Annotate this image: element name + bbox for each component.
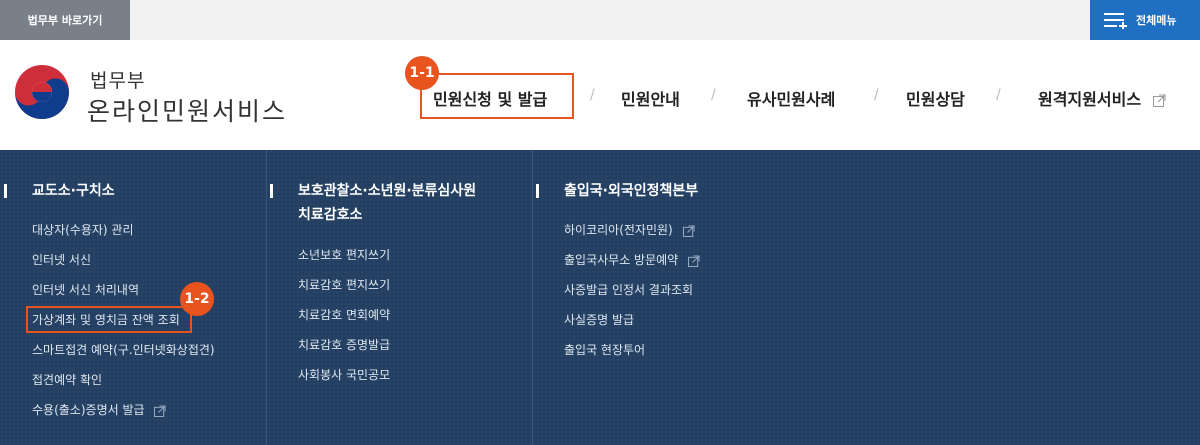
top-utility-bar: 법무부 바로가기 전체메뉴 — [0, 0, 1200, 40]
column-divider — [532, 150, 533, 445]
column-heading-prison: 교도소·구치소 — [4, 179, 115, 203]
org-name-small: 법무부 — [90, 70, 146, 92]
menu-item-treatment-certificate[interactable]: 치료감호 증명발급 — [298, 336, 390, 353]
gnb-item-consultation[interactable]: 민원상담 — [906, 86, 965, 110]
menu-item-inmate-management[interactable]: 대상자(수용자) 관리 — [32, 221, 134, 238]
column-heading-label: 출입국·외국인정책본부 — [564, 183, 699, 199]
heading-bar — [536, 184, 539, 198]
external-link-icon — [1152, 94, 1166, 107]
menu-item-office-visit-label: 출입국사무소 방문예약 — [564, 253, 679, 267]
site-title[interactable]: 온라인민원서비스 — [87, 92, 287, 128]
heading-bar — [4, 184, 7, 198]
column-heading-probation: 보호관찰소·소년원·분류심사원 치료감호소 — [270, 179, 477, 227]
menu-item-hikorea[interactable]: 하이코리아(전자민원) — [564, 221, 695, 238]
gnb-separator: / — [711, 87, 716, 103]
external-link-icon — [688, 254, 700, 267]
column-divider — [266, 150, 267, 445]
highlight-box-1-1 — [420, 73, 574, 119]
gnb-item-guide[interactable]: 민원안내 — [621, 86, 680, 110]
menu-item-letter-history[interactable]: 인터넷 서신 처리내역 — [32, 281, 139, 298]
menu-item-smart-visit[interactable]: 스마트접견 예약(구.인터넷화상접견) — [32, 341, 215, 358]
menu-item-visit-confirm[interactable]: 접견예약 확인 — [32, 371, 102, 388]
column-heading-label: 교도소·구치소 — [32, 183, 115, 199]
site-header: 법무부 온라인민원서비스 민원신청 및 발급 / 민원안내 / 유사민원사례 /… — [0, 40, 1200, 150]
column-heading-line1: 보호관찰소·소년원·분류심사원 — [298, 183, 477, 199]
column-heading-immigration: 출입국·외국인정책본부 — [536, 179, 699, 203]
gnb-separator: / — [996, 87, 1001, 103]
menu-item-certificate-issue-label: 수용(출소)증명서 발급 — [32, 403, 145, 417]
moj-shortcut-link[interactable]: 법무부 바로가기 — [0, 0, 130, 40]
menu-item-juvenile-letter[interactable]: 소년보호 편지쓰기 — [298, 246, 390, 263]
menu-item-treatment-visit[interactable]: 치료감호 면회예약 — [298, 306, 390, 323]
external-link-icon — [154, 404, 166, 417]
menu-item-treatment-letter[interactable]: 치료감호 편지쓰기 — [298, 276, 390, 293]
menu-item-hikorea-label: 하이코리아(전자민원) — [564, 223, 673, 237]
gnb-item-similar-cases[interactable]: 유사민원사례 — [747, 86, 835, 110]
menu-item-office-visit-reservation[interactable]: 출입국사무소 방문예약 — [564, 251, 700, 268]
menu-item-site-tour[interactable]: 출입국 현장투어 — [564, 341, 645, 358]
mega-menu-panel: 교도소·구치소 대상자(수용자) 관리 인터넷 서신 인터넷 서신 처리내역 가… — [0, 150, 1200, 445]
annotation-badge-1-1: 1-1 — [405, 56, 439, 90]
menu-item-visa-result[interactable]: 사증발급 인정서 결과조회 — [564, 281, 693, 298]
annotation-badge-1-2: 1-2 — [180, 282, 214, 316]
menu-item-community-service[interactable]: 사회봉사 국민공모 — [298, 366, 390, 383]
gnb-item-remote-support[interactable]: 원격지원서비스 — [1038, 86, 1166, 110]
gnb-separator: / — [874, 87, 879, 103]
column-heading-line2: 치료감호소 — [298, 207, 363, 223]
all-menu-button[interactable]: 전체메뉴 — [1090, 0, 1200, 40]
menu-item-certificate-issue[interactable]: 수용(출소)증명서 발급 — [32, 401, 166, 418]
highlight-box-1-2 — [26, 306, 192, 333]
menu-item-fact-certificate[interactable]: 사실증명 발급 — [564, 311, 634, 328]
menu-lines-icon — [1104, 13, 1127, 29]
all-menu-label: 전체메뉴 — [1136, 14, 1177, 27]
menu-item-internet-letter[interactable]: 인터넷 서신 — [32, 251, 91, 268]
taegeuk-logo-icon[interactable] — [12, 62, 72, 122]
gnb-separator: / — [590, 87, 595, 103]
gnb-item-remote-support-label: 원격지원서비스 — [1038, 90, 1142, 109]
heading-bar — [270, 184, 273, 198]
external-link-icon — [682, 224, 695, 237]
